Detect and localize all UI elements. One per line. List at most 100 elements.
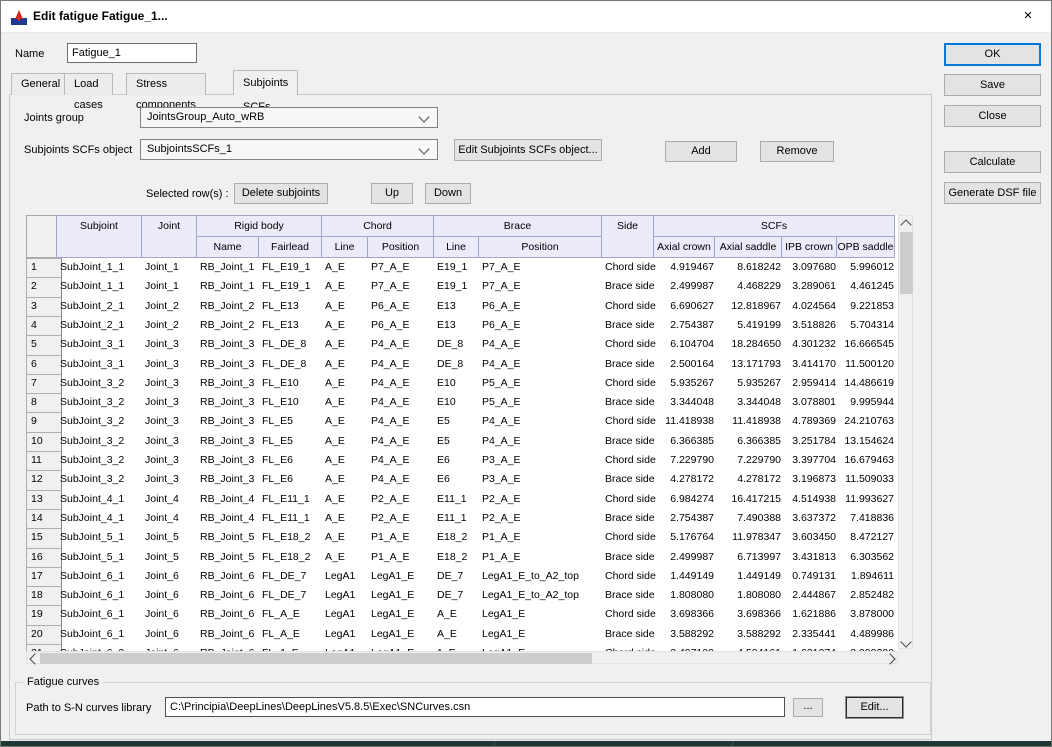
- table-cell: SubJoint_3_1: [56, 355, 145, 374]
- table-row[interactable]: 5SubJoint_3_1Joint_3RB_Joint_3FL_DE_8A_E…: [26, 335, 898, 354]
- table-cell: LegA1_E: [478, 605, 605, 624]
- table-row[interactable]: 3SubJoint_2_1Joint_2RB_Joint_2FL_E13A_EP…: [26, 297, 898, 316]
- tab-stress-components[interactable]: Stress components: [126, 73, 206, 95]
- table-cell: P5_A_E: [478, 393, 605, 412]
- table-cell: 16.679463: [836, 451, 898, 470]
- title-bar[interactable]: Edit fatigue Fatigue_1... ×: [1, 1, 1051, 33]
- table-cell: E19_1: [433, 277, 482, 296]
- table-cell: DE_7: [433, 567, 482, 586]
- add-button[interactable]: Add: [665, 141, 737, 162]
- table-cell: 11.509033: [836, 470, 898, 489]
- table-row[interactable]: 9SubJoint_3_2Joint_3RB_Joint_3FL_E5A_EP4…: [26, 412, 898, 431]
- table-row[interactable]: 6SubJoint_3_1Joint_3RB_Joint_3FL_DE_8A_E…: [26, 355, 898, 374]
- table-cell: 3.588292: [653, 625, 720, 644]
- table-cell: LegA1: [321, 625, 371, 644]
- column-header-chord-position: Position: [367, 236, 434, 258]
- table-row[interactable]: 10SubJoint_3_2Joint_3RB_Joint_3FL_E5A_EP…: [26, 432, 898, 451]
- table-cell: P4_A_E: [367, 412, 437, 431]
- table-row[interactable]: 16SubJoint_5_1Joint_5RB_Joint_5FL_E18_2A…: [26, 548, 898, 567]
- table-vertical-scrollbar[interactable]: [898, 215, 913, 649]
- close-icon[interactable]: ×: [1005, 1, 1051, 32]
- table-cell: 4.461245: [836, 277, 898, 296]
- table-cell: Joint_4: [141, 490, 200, 509]
- table-cell: A_E: [321, 432, 371, 451]
- table-cell: 3.414170: [781, 355, 842, 374]
- table-row[interactable]: 19SubJoint_6_1Joint_6RB_Joint_6FL_A_ELeg…: [26, 605, 898, 624]
- ok-button[interactable]: OK: [944, 43, 1041, 66]
- table-cell: FL_A_E: [258, 605, 325, 624]
- table-row[interactable]: 2SubJoint_1_1Joint_1RB_Joint_1FL_E19_1A_…: [26, 277, 898, 296]
- remove-button[interactable]: Remove: [760, 141, 834, 162]
- table-horizontal-scrollbar[interactable]: [26, 651, 898, 664]
- chevron-down-icon: [418, 143, 429, 154]
- table-cell: Chord side: [601, 297, 657, 316]
- table-row[interactable]: 7SubJoint_3_2Joint_3RB_Joint_3FL_E10A_EP…: [26, 374, 898, 393]
- table-row[interactable]: 18SubJoint_6_1Joint_6RB_Joint_6FL_DE_7Le…: [26, 586, 898, 605]
- edit-sn-curves-button[interactable]: Edit...: [846, 697, 903, 718]
- table-row[interactable]: 17SubJoint_6_1Joint_6RB_Joint_6FL_DE_7Le…: [26, 567, 898, 586]
- tab-general[interactable]: General: [11, 73, 70, 95]
- generate-dsf-button[interactable]: Generate DSF file: [944, 182, 1041, 204]
- column-header-ipb-crown: IPB crown: [781, 236, 837, 258]
- table-cell: Chord side: [601, 258, 657, 277]
- table-cell: E18_2: [433, 528, 482, 547]
- table-cell: RB_Joint_6: [196, 625, 262, 644]
- table-row[interactable]: 14SubJoint_4_1Joint_4RB_Joint_4FL_E11_1A…: [26, 509, 898, 528]
- sn-path-input[interactable]: [165, 697, 785, 717]
- scroll-right-icon[interactable]: [884, 652, 897, 665]
- save-button[interactable]: Save: [944, 74, 1041, 96]
- vertical-scroll-thumb[interactable]: [900, 232, 913, 294]
- table-cell: E6: [433, 470, 482, 489]
- close-button[interactable]: Close: [944, 105, 1041, 127]
- table-cell: 8.472127: [836, 528, 898, 547]
- up-button[interactable]: Up: [371, 183, 413, 204]
- scroll-up-icon[interactable]: [899, 216, 912, 229]
- table-row[interactable]: 13SubJoint_4_1Joint_4RB_Joint_4FL_E11_1A…: [26, 490, 898, 509]
- scroll-down-icon[interactable]: [899, 635, 912, 648]
- column-group-chord: Chord: [321, 215, 434, 237]
- edit-subjoints-scfs-button[interactable]: Edit Subjoints SCFs object...: [454, 139, 602, 161]
- table-cell: Joint_3: [141, 412, 200, 431]
- calculate-button[interactable]: Calculate: [944, 151, 1041, 173]
- tab-subjoints-scfs[interactable]: Subjoints SCFs: [233, 70, 298, 95]
- table-cell: P4_A_E: [367, 432, 437, 451]
- browse-button[interactable]: ...: [793, 698, 823, 717]
- table-cell: 4.024564: [781, 297, 842, 316]
- table-row[interactable]: 8SubJoint_3_2Joint_3RB_Joint_3FL_E10A_EP…: [26, 393, 898, 412]
- table-cell: LegA1_E: [478, 625, 605, 644]
- table-cell: 3.196873: [781, 470, 842, 489]
- table-cell: RB_Joint_5: [196, 548, 262, 567]
- horizontal-scroll-thumb[interactable]: [40, 653, 592, 664]
- table-row[interactable]: 11SubJoint_3_2Joint_3RB_Joint_3FL_E6A_EP…: [26, 451, 898, 470]
- chevron-down-icon: [418, 111, 429, 122]
- name-input[interactable]: [67, 43, 197, 63]
- table-cell: P6_A_E: [478, 316, 605, 335]
- tab-load-cases[interactable]: Load cases: [64, 73, 113, 95]
- delete-subjoints-button[interactable]: Delete subjoints: [234, 183, 328, 204]
- table-cell: Joint_6: [141, 644, 200, 651]
- table-cell: Brace side: [601, 277, 657, 296]
- column-header-side: Side: [601, 215, 654, 258]
- table-row[interactable]: 15SubJoint_5_1Joint_5RB_Joint_5FL_E18_2A…: [26, 528, 898, 547]
- table-cell: E13: [433, 297, 482, 316]
- table-cell: A_E: [321, 374, 371, 393]
- table-cell: 4.278172: [653, 470, 720, 489]
- joints-group-select[interactable]: JointsGroup_Auto_wRB: [140, 107, 438, 128]
- table-row[interactable]: 21SubJoint_6_2Joint_6RB_Joint_6FL_1_ELeg…: [26, 644, 898, 651]
- table-row[interactable]: 1SubJoint_1_1Joint_1RB_Joint_1FL_E19_1A_…: [26, 258, 898, 277]
- table-cell: P1_A_E: [367, 528, 437, 547]
- table-row[interactable]: 4SubJoint_2_1Joint_2RB_Joint_2FL_E13A_EP…: [26, 316, 898, 335]
- table-cell: LegA1: [321, 586, 371, 605]
- scroll-left-icon[interactable]: [27, 652, 40, 665]
- table-cell: 0.749131: [781, 567, 842, 586]
- down-button[interactable]: Down: [425, 183, 471, 204]
- table-cell: 4.504161: [714, 644, 787, 651]
- table-row[interactable]: 12SubJoint_3_2Joint_3RB_Joint_3FL_E6A_EP…: [26, 470, 898, 489]
- table-cell: LegA1: [321, 605, 371, 624]
- table-cell: FL_E10: [258, 393, 325, 412]
- table-cell: 3.698366: [653, 605, 720, 624]
- table-cell: A_E: [321, 528, 371, 547]
- scfs-object-select[interactable]: SubjointsSCFs_1: [140, 139, 438, 160]
- table-row[interactable]: 20SubJoint_6_1Joint_6RB_Joint_6FL_A_ELeg…: [26, 625, 898, 644]
- table-cell: LegA1_E: [367, 586, 437, 605]
